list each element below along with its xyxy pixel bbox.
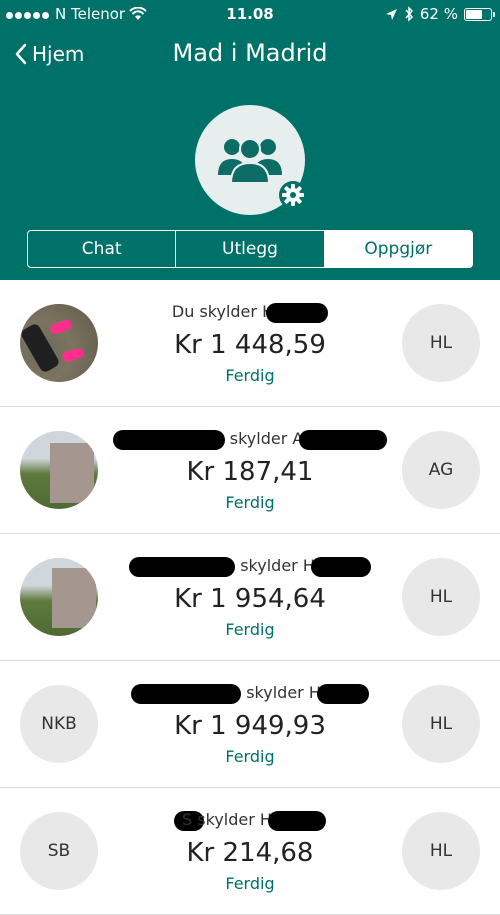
settlement-amount: Kr 1 954,64 <box>174 584 326 614</box>
settlement-status[interactable]: Ferdig <box>110 366 390 385</box>
segmented-tabs: Chat Utlegg Oppgjør <box>27 230 473 268</box>
nav-bar: Hjem Mad i Madrid <box>0 36 500 76</box>
redacted-name <box>299 429 388 450</box>
battery-icon <box>464 7 495 21</box>
tab-oppgjor[interactable]: Oppgjør <box>324 231 472 267</box>
redacted-name <box>316 683 369 704</box>
settlement-amount: Kr 214,68 <box>186 838 314 868</box>
settlement-amount: Kr 187,41 <box>186 457 314 487</box>
header: N Telenor 11.08 62 % Hjem Mad i Madrid C… <box>0 0 500 280</box>
settlement-status[interactable]: Ferdig <box>110 493 390 512</box>
payee-avatar: AG <box>402 431 480 509</box>
settlement-row[interactable]: Du skylder H Kr 1 448,59 Ferdig HL <box>0 280 500 407</box>
settlement-amount: Kr 1 949,93 <box>174 711 326 741</box>
settlement-row[interactable]: skylder A Kr 187,41 Ferdig AG <box>0 407 500 534</box>
tab-utlegg[interactable]: Utlegg <box>176 231 325 267</box>
redacted-name <box>267 810 326 831</box>
page-title: Mad i Madrid <box>172 39 328 67</box>
payer-avatar: SB <box>20 812 98 890</box>
status-bar: N Telenor 11.08 62 % <box>0 0 500 28</box>
payee-avatar: HL <box>402 304 480 382</box>
settlement-description: skylder H <box>240 556 315 575</box>
redacted-name <box>129 556 236 577</box>
gear-icon[interactable] <box>276 178 310 212</box>
settlement-status[interactable]: Ferdig <box>110 747 390 766</box>
payee-avatar: HL <box>402 558 480 636</box>
payer-avatar <box>20 304 98 382</box>
battery-percent: 62 % <box>419 5 458 23</box>
settlement-status[interactable]: Ferdig <box>110 874 390 893</box>
redacted-name <box>266 302 329 323</box>
settlement-row[interactable]: skylder H Kr 1 954,64 Ferdig HL <box>0 534 500 661</box>
payer-avatar <box>20 558 98 636</box>
settlement-amount: Kr 1 448,59 <box>174 330 326 360</box>
payee-avatar: HL <box>402 812 480 890</box>
payee-avatar: HL <box>402 685 480 763</box>
redacted-name <box>112 429 225 450</box>
settlement-description: skylder A <box>229 429 304 448</box>
settlement-row[interactable]: NKB skylder H Kr 1 949,93 Ferdig HL <box>0 661 500 788</box>
settlement-list: Du skylder H Kr 1 448,59 Ferdig HL skyld… <box>0 280 500 915</box>
settlement-description: skylder H <box>246 683 321 702</box>
settlement-row[interactable]: SB S skylder H Kr 214,68 Ferdig HL <box>0 788 500 915</box>
settlement-status[interactable]: Ferdig <box>110 620 390 639</box>
payer-avatar <box>20 431 98 509</box>
bluetooth-icon <box>405 6 413 22</box>
location-arrow-icon <box>385 8 397 20</box>
redacted-name <box>131 683 242 704</box>
settlement-description: Du skylder H <box>171 302 275 321</box>
payer-avatar: NKB <box>20 685 98 763</box>
tab-chat[interactable]: Chat <box>28 231 177 267</box>
redacted-name <box>310 556 371 577</box>
settlement-description: S skylder H <box>182 810 272 829</box>
